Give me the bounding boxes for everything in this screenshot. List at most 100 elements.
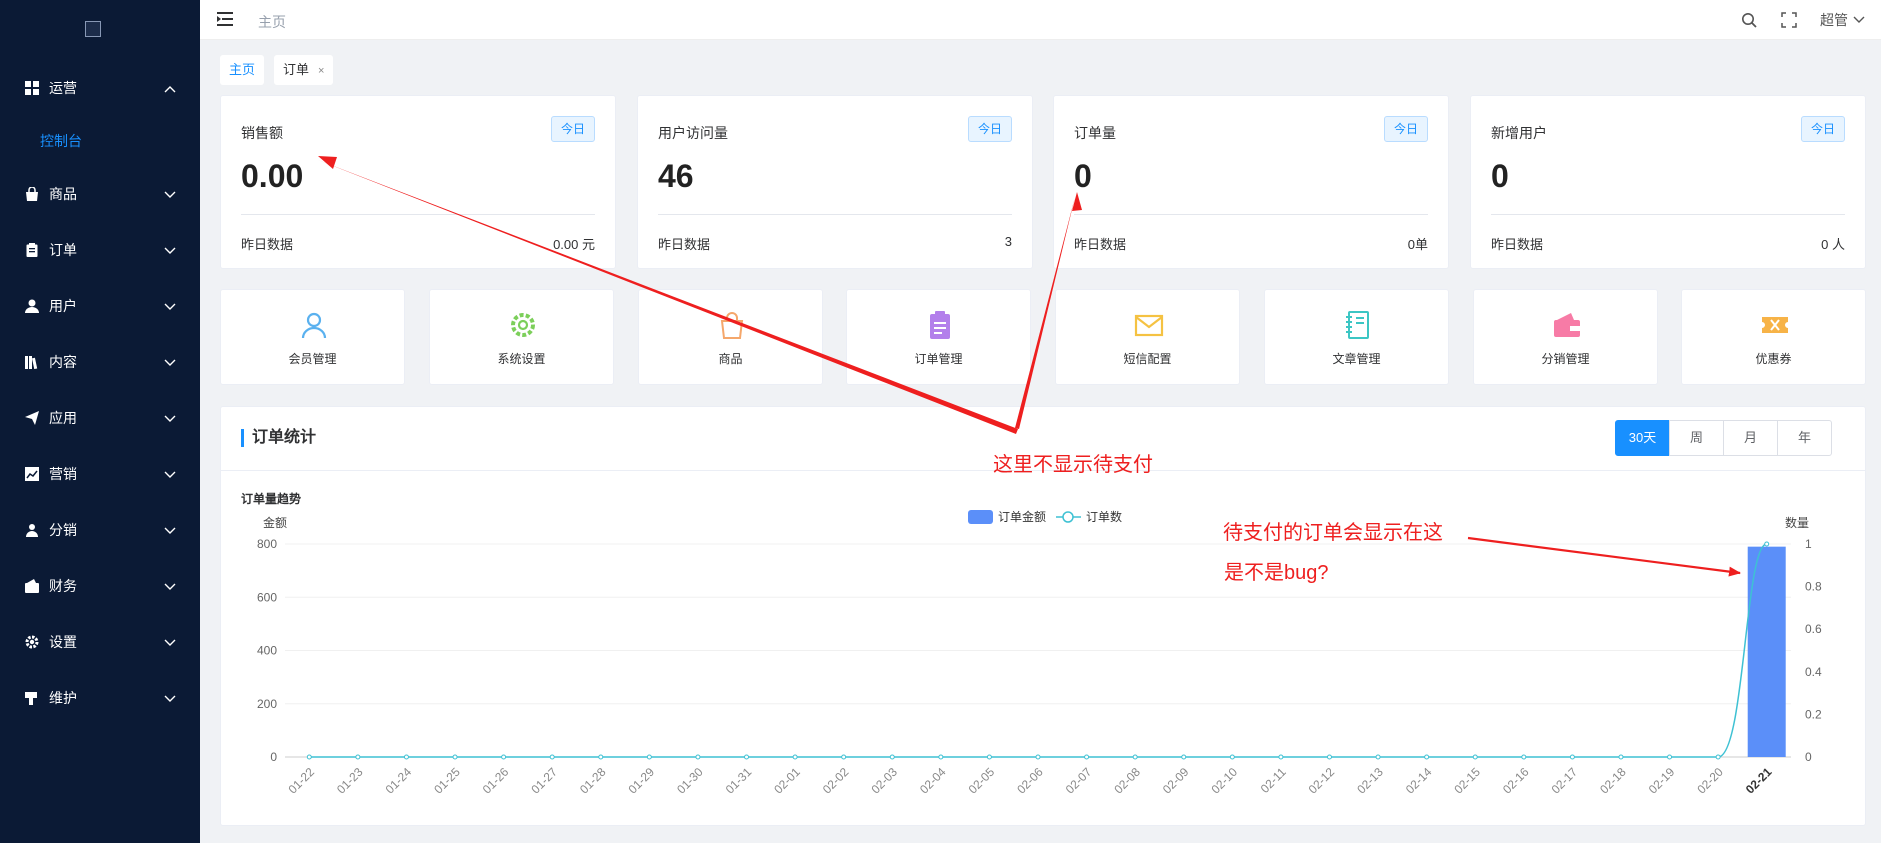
quick-link-label: 会员管理	[288, 352, 337, 366]
panel-title: 订单统计	[241, 429, 316, 447]
legend-label: 订单金额	[998, 509, 1046, 524]
sidebar-item-label: 分销	[49, 522, 77, 538]
sidebar-item-label: 用户	[49, 298, 77, 314]
grid-icon	[25, 81, 39, 95]
range-button[interactable]: 周	[1669, 420, 1724, 456]
fullscreen-icon[interactable]	[1780, 11, 1798, 29]
x-tick-label: 02-03	[868, 765, 900, 797]
quick-link[interactable]: 分销管理	[1473, 289, 1658, 385]
line-point	[695, 754, 701, 760]
x-tick-label: 01-23	[334, 765, 366, 797]
quick-link[interactable]: 会员管理	[220, 289, 405, 385]
line-point	[938, 754, 944, 760]
trend-icon	[25, 467, 39, 481]
sidebar-item-9[interactable]: 设置	[0, 622, 200, 662]
line-point	[986, 754, 992, 760]
y-right-tick-label: 0.6	[1805, 622, 1822, 636]
line-point	[1326, 754, 1332, 760]
sidebar-item-2[interactable]: 订单	[0, 230, 200, 270]
stat-footer-value: 0 人	[1821, 237, 1845, 252]
sidebar-item-label: 维护	[49, 690, 77, 706]
sidebar-item-3[interactable]: 用户	[0, 286, 200, 326]
sidebar-item-5[interactable]: 应用	[0, 398, 200, 438]
stat-footer-value: 3	[1004, 234, 1012, 249]
line-point	[646, 754, 652, 760]
range-button[interactable]: 30天	[1615, 420, 1670, 456]
y-left-tick-label: 0	[270, 750, 277, 764]
collapse-menu-icon[interactable]	[217, 11, 235, 27]
search-icon[interactable]	[1740, 11, 1758, 29]
line-point	[1375, 754, 1381, 760]
sidebar-item-7[interactable]: 分销	[0, 510, 200, 550]
quick-link[interactable]: 商品	[638, 289, 823, 385]
user-icon	[25, 299, 39, 313]
chevron-down-icon	[164, 466, 178, 480]
y-right-tick-label: 0.4	[1805, 665, 1822, 679]
quick-link[interactable]: 优惠券	[1681, 289, 1866, 385]
sidebar-subitem-dashboard[interactable]: 控制台	[0, 121, 200, 161]
stat-card: 订单量 今日 0 昨日数据 0单	[1053, 95, 1449, 269]
sidebar-item-1[interactable]: 商品	[0, 174, 200, 214]
stat-footer-label: 昨日数据	[658, 237, 711, 252]
member-icon	[299, 310, 329, 340]
x-tick-label: 01-30	[674, 765, 706, 797]
stat-card: 新增用户 今日 0 昨日数据 0 人	[1470, 95, 1866, 269]
chevron-down-icon	[164, 690, 178, 704]
x-tick-label: 02-13	[1354, 765, 1386, 797]
tag-label: 订单	[283, 62, 310, 77]
y-left-tick-label: 200	[257, 697, 277, 711]
x-tick-label: 02-08	[1111, 765, 1143, 797]
logo[interactable]	[0, 0, 200, 58]
range-button[interactable]: 月	[1723, 420, 1778, 456]
period-badge: 今日	[967, 116, 1012, 142]
tag-orders[interactable]: 订单 ×	[274, 55, 334, 85]
bag-icon	[25, 187, 39, 201]
sidebar-item-label: 营销	[49, 466, 77, 482]
book-icon	[25, 355, 39, 369]
close-icon[interactable]: ×	[318, 65, 324, 77]
line-point	[1715, 754, 1721, 760]
divider	[658, 214, 1012, 215]
y-left-axis-label: 金额	[263, 515, 287, 530]
sidebar-item-4[interactable]: 内容	[0, 342, 200, 382]
y-right-axis-label: 数量	[1785, 515, 1809, 530]
quick-link[interactable]: 系统设置	[429, 289, 614, 385]
x-tick-label: 01-25	[431, 765, 463, 797]
sidebar-item-label: 运营	[49, 80, 77, 96]
paper-plane-icon	[25, 411, 39, 425]
stat-footer-label: 昨日数据	[1074, 237, 1127, 252]
chevron-down-icon	[164, 186, 178, 200]
quick-link[interactable]: 文章管理	[1264, 289, 1449, 385]
legend-label: 订单数	[1086, 509, 1122, 524]
y-left-tick-label: 600	[257, 590, 277, 604]
line-point	[1181, 754, 1187, 760]
quick-link[interactable]: 短信配置	[1055, 289, 1240, 385]
user-menu[interactable]: 超管	[1820, 10, 1865, 30]
quick-link-label: 商品	[718, 352, 743, 366]
sidebar-item-6[interactable]: 营销	[0, 454, 200, 494]
stat-value: 46	[658, 158, 694, 194]
x-tick-label: 02-02	[820, 765, 852, 797]
line-point	[792, 754, 798, 760]
breadcrumb[interactable]: 主页	[258, 12, 286, 32]
x-tick-label: 02-04	[917, 765, 949, 797]
period-badge: 今日	[1383, 116, 1428, 142]
line-point	[1132, 754, 1138, 760]
user-name: 超管	[1820, 12, 1848, 28]
wallet-icon	[1552, 310, 1582, 340]
y-right-tick-label: 0.2	[1805, 707, 1822, 721]
chevron-down-icon	[164, 634, 178, 648]
quick-link[interactable]: 订单管理	[846, 289, 1031, 385]
sidebar-item-0[interactable]: 运营	[0, 68, 200, 108]
line-point	[1229, 754, 1235, 760]
sidebar-item-label: 订单	[49, 242, 77, 258]
quick-link-label: 短信配置	[1123, 352, 1172, 366]
tag-home[interactable]: 主页	[220, 55, 265, 85]
sidebar-item-10[interactable]: 维护	[0, 678, 200, 718]
quick-link-label: 优惠券	[1755, 352, 1792, 366]
range-button[interactable]: 年	[1777, 420, 1832, 456]
stat-value: 0	[1491, 158, 1509, 194]
x-tick-label: 02-16	[1500, 765, 1532, 797]
sidebar-item-8[interactable]: 财务	[0, 566, 200, 606]
period-badge: 今日	[1800, 116, 1845, 142]
